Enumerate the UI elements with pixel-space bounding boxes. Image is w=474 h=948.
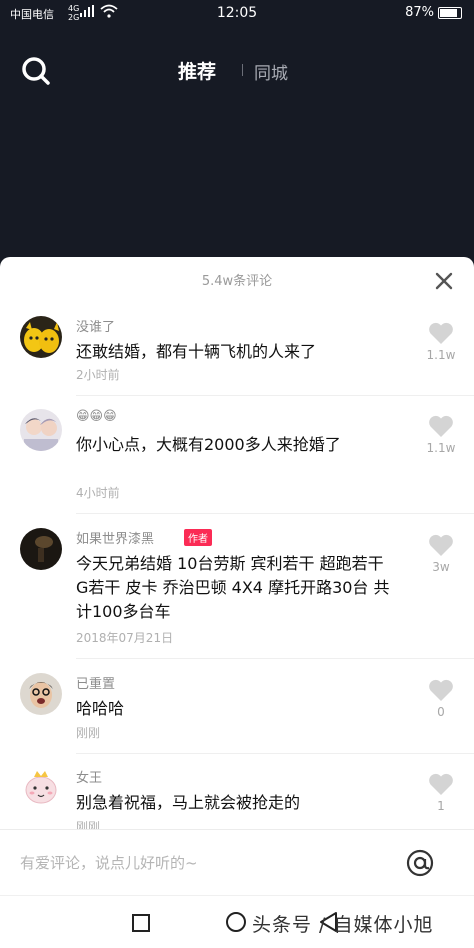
recent-apps-button[interactable] xyxy=(132,914,150,932)
comment-time: 2小时前 xyxy=(76,368,120,382)
clock: 12:05 xyxy=(216,5,258,21)
username[interactable]: 😁😁😁 xyxy=(76,409,117,424)
heart-icon xyxy=(429,534,453,556)
heart-icon xyxy=(429,773,453,795)
comment-time: 4小时前 xyxy=(76,486,120,500)
comment-input-bar: 有爱评论，说点儿好听的~ xyxy=(0,829,474,895)
author-badge: 作者 xyxy=(184,529,212,546)
comment-count-title: 5.4w条评论 xyxy=(201,274,273,289)
tab-local[interactable]: 同城 xyxy=(254,59,288,84)
avatar[interactable] xyxy=(20,528,62,570)
battery-percent: 87% xyxy=(405,5,434,20)
like-button[interactable]: 1 xyxy=(426,773,456,813)
avatar[interactable] xyxy=(20,316,62,358)
system-nav-bar: 头条号 / 自媒体小旭 xyxy=(0,895,474,948)
divider xyxy=(76,658,474,659)
username[interactable]: 已重置 xyxy=(76,673,115,692)
battery-icon xyxy=(438,7,462,19)
comment-text: 哈哈哈 xyxy=(76,699,125,718)
heart-icon xyxy=(429,679,453,701)
search-icon[interactable] xyxy=(20,55,52,87)
like-count: 1.1w xyxy=(426,441,456,455)
divider xyxy=(76,753,474,754)
at-icon[interactable] xyxy=(406,849,434,877)
like-button[interactable]: 3w xyxy=(426,534,456,574)
like-button[interactable]: 0 xyxy=(426,679,456,719)
comment-text: 别急着祝福，马上就会被抢走的 xyxy=(76,793,301,812)
like-count: 0 xyxy=(437,705,445,719)
comment-input[interactable]: 有爱评论，说点儿好听的~ xyxy=(20,852,198,873)
divider xyxy=(76,513,474,514)
divider xyxy=(76,395,474,396)
heart-icon xyxy=(429,415,453,437)
like-count: 3w xyxy=(432,560,450,574)
comment-time: 刚刚 xyxy=(76,726,101,740)
heart-icon xyxy=(429,322,453,344)
close-icon[interactable] xyxy=(434,271,454,291)
username[interactable]: 没谁了 xyxy=(76,316,115,335)
avatar[interactable] xyxy=(20,409,62,451)
comment-text: 你小心点，大概有2000多人来抢婚了 xyxy=(76,435,341,454)
avatar[interactable] xyxy=(20,767,62,809)
comment-text: 还敢结婚，都有十辆飞机的人来了 xyxy=(76,342,317,361)
home-button[interactable] xyxy=(226,912,246,932)
like-button[interactable]: 1.1w xyxy=(426,415,456,455)
like-count: 1.1w xyxy=(426,348,456,362)
like-button[interactable]: 1.1w xyxy=(426,322,456,362)
avatar[interactable] xyxy=(20,673,62,715)
tab-divider xyxy=(242,64,243,76)
status-bar: 中国电信 4G 2G 12:05 87% xyxy=(0,0,474,28)
username[interactable]: 女王 xyxy=(76,767,102,786)
like-count: 1 xyxy=(437,799,445,813)
username[interactable]: 如果世界漆黑 xyxy=(76,528,154,547)
tab-recommended[interactable]: 推荐 xyxy=(178,57,216,84)
comment-text: 今天兄弟结婚 10台劳斯 宾利若干 超跑若干 G若干 皮卡 乔治巴顿 4X4 摩… xyxy=(76,554,390,621)
comment-time: 2018年07月21日 xyxy=(76,631,174,645)
top-nav: 推荐 同城 xyxy=(0,50,474,90)
watermark: 头条号 / 自媒体小旭 xyxy=(252,914,434,936)
